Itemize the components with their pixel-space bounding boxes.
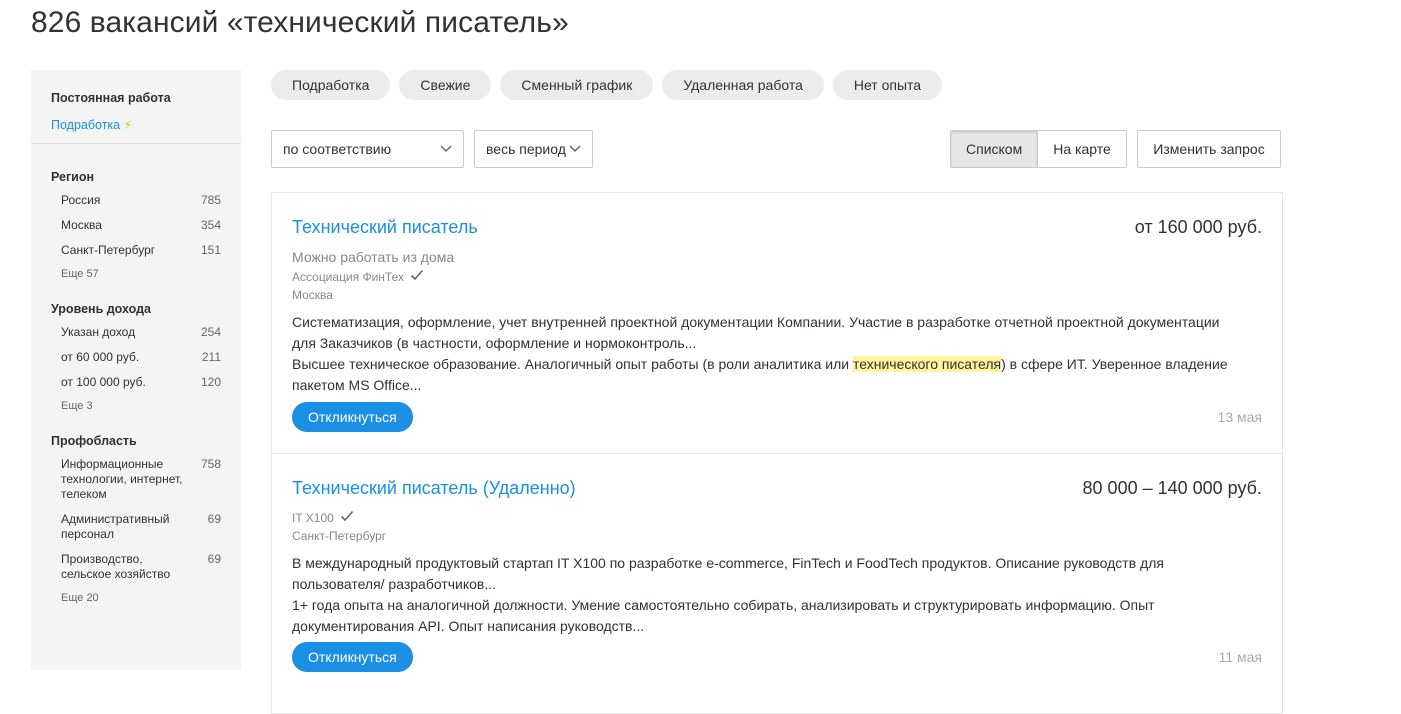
company-link[interactable]: Ассоциация ФинТех (292, 269, 404, 285)
parttime-link[interactable]: Подработка ⚡ (51, 118, 221, 132)
company-link[interactable]: IT X100 (292, 510, 334, 526)
chip-shift[interactable]: Сменный график (500, 70, 654, 100)
filter-item[interactable]: Москва 354 (51, 218, 221, 233)
filter-item-label: Информационные технологии, интернет, тел… (61, 457, 183, 501)
chip-no-experience[interactable]: Нет опыта (832, 70, 943, 100)
filter-more-link[interactable]: Еще 3 (51, 400, 221, 412)
quick-filters: Подработка Свежие Сменный график Удаленн… (271, 70, 943, 100)
view-map-button[interactable]: На карте (1038, 131, 1126, 167)
vacancy-requirement: 1+ года опыта на аналогичной должности. … (292, 597, 1155, 634)
vacancy-remote-label: Можно работать из дома (292, 249, 455, 265)
filter-item[interactable]: Производство, сельское хозяйство 69 (51, 552, 221, 582)
chip-remote[interactable]: Удаленная работа (662, 70, 824, 100)
requirement-text: Высшее техническое образование. Аналогич… (292, 356, 853, 372)
vacancy-date: 11 мая (1218, 649, 1262, 665)
filter-item[interactable]: от 100 000 руб. 120 (51, 375, 221, 390)
chip-parttime[interactable]: Подработка (271, 70, 391, 100)
filter-item-label: Санкт-Петербург (61, 243, 156, 257)
period-select-value: весь период (486, 141, 566, 157)
filter-more-link[interactable]: Еще 20 (51, 592, 221, 604)
filter-item-count: 151 (200, 243, 221, 257)
vacancy-responsibility: Систематизация, оформление, учет внутрен… (292, 314, 1220, 351)
filter-item-count: 120 (200, 375, 221, 389)
vacancy-city: Санкт-Петербург (292, 529, 387, 543)
filter-item-count: 354 (200, 218, 221, 232)
search-highlight: технического писателя (852, 356, 1002, 372)
vacancy-salary: 80 000 – 140 000 руб. (1082, 478, 1262, 498)
filter-item[interactable]: Информационные технологии, интернет, тел… (51, 457, 221, 502)
filter-item-count: 254 (200, 325, 221, 339)
vacancy-snippet: В международный продуктовый стартап IT X… (292, 553, 1232, 637)
filter-item-count: 69 (207, 552, 221, 566)
edit-query-button[interactable]: Изменить запрос (1137, 130, 1281, 168)
vacancy-card: Технический писатель (Удаленно) 80 000 –… (272, 454, 1282, 714)
apply-button[interactable]: Откликнуться (292, 402, 413, 432)
filter-item-label: от 100 000 руб. (61, 375, 146, 389)
filter-item[interactable]: от 60 000 руб. 211 (51, 350, 221, 365)
vacancy-date: 13 мая (1217, 409, 1262, 425)
vacancy-city: Москва (292, 288, 333, 302)
sort-select[interactable]: по соответствию (271, 130, 464, 168)
chip-fresh[interactable]: Свежие (399, 70, 492, 100)
vacancy-salary: от 160 000 руб. (1134, 217, 1262, 237)
filter-item-label: Указан доход (61, 325, 136, 339)
vacancy-responsibility: В международный продуктовый стартап IT X… (292, 555, 1164, 592)
filter-item-count: 785 (200, 193, 221, 207)
filter-item[interactable]: Россия 785 (51, 193, 221, 208)
filter-item-count: 69 (207, 512, 221, 526)
vacancy-list: Технический писатель от 160 000 руб. Мож… (271, 192, 1283, 714)
verified-check-icon (340, 510, 354, 526)
parttime-link-label: Подработка (51, 118, 121, 132)
filter-item-label: от 60 000 руб. (61, 350, 140, 364)
period-select[interactable]: весь период (474, 130, 593, 168)
filter-item-count: 211 (201, 350, 221, 364)
vacancy-requirement: Высшее техническое образование. Аналогич… (292, 354, 1232, 396)
vacancy-company: IT X100 (292, 510, 1262, 526)
filters-sidebar: Постоянная работа Подработка ⚡ Регион Ро… (31, 70, 241, 670)
vacancy-company: Ассоциация ФинТех (292, 269, 1262, 285)
vacancy-card: Технический писатель от 160 000 руб. Мож… (272, 193, 1282, 454)
page-title: 826 вакансий «технический писатель» (31, 6, 569, 39)
chevron-down-icon (568, 131, 582, 180)
view-switch: Списком На карте (950, 130, 1127, 168)
filter-group-title-profarea: Профобласть (51, 434, 137, 448)
apply-button[interactable]: Откликнуться (292, 642, 413, 672)
vacancy-snippet: Систематизация, оформление, учет внутрен… (292, 312, 1232, 396)
filter-item-count: 758 (200, 457, 221, 471)
filter-item[interactable]: Административный персонал 69 (51, 512, 221, 542)
filter-more-link[interactable]: Еще 57 (51, 268, 221, 280)
chevron-down-icon (439, 131, 453, 180)
filter-group-title-region: Регион (51, 170, 95, 184)
filter-item-label: Москва (61, 218, 102, 232)
view-list-button[interactable]: Списком (951, 131, 1039, 167)
filter-item-label: Административный персонал (61, 512, 170, 541)
filter-group-title-income: Уровень дохода (51, 302, 152, 316)
employment-label: Постоянная работа (51, 91, 171, 105)
sidebar-divider (31, 143, 241, 144)
filter-item-label: Производство, сельское хозяйство (61, 552, 171, 581)
sort-select-value: по соответствию (283, 141, 392, 157)
filter-item[interactable]: Указан доход 254 (51, 325, 221, 340)
lightning-icon: ⚡ (123, 118, 133, 132)
vacancy-title-link[interactable]: Технический писатель (292, 215, 1262, 239)
verified-check-icon (410, 269, 424, 285)
filter-item[interactable]: Санкт-Петербург 151 (51, 243, 221, 258)
filter-item-label: Россия (61, 193, 101, 207)
